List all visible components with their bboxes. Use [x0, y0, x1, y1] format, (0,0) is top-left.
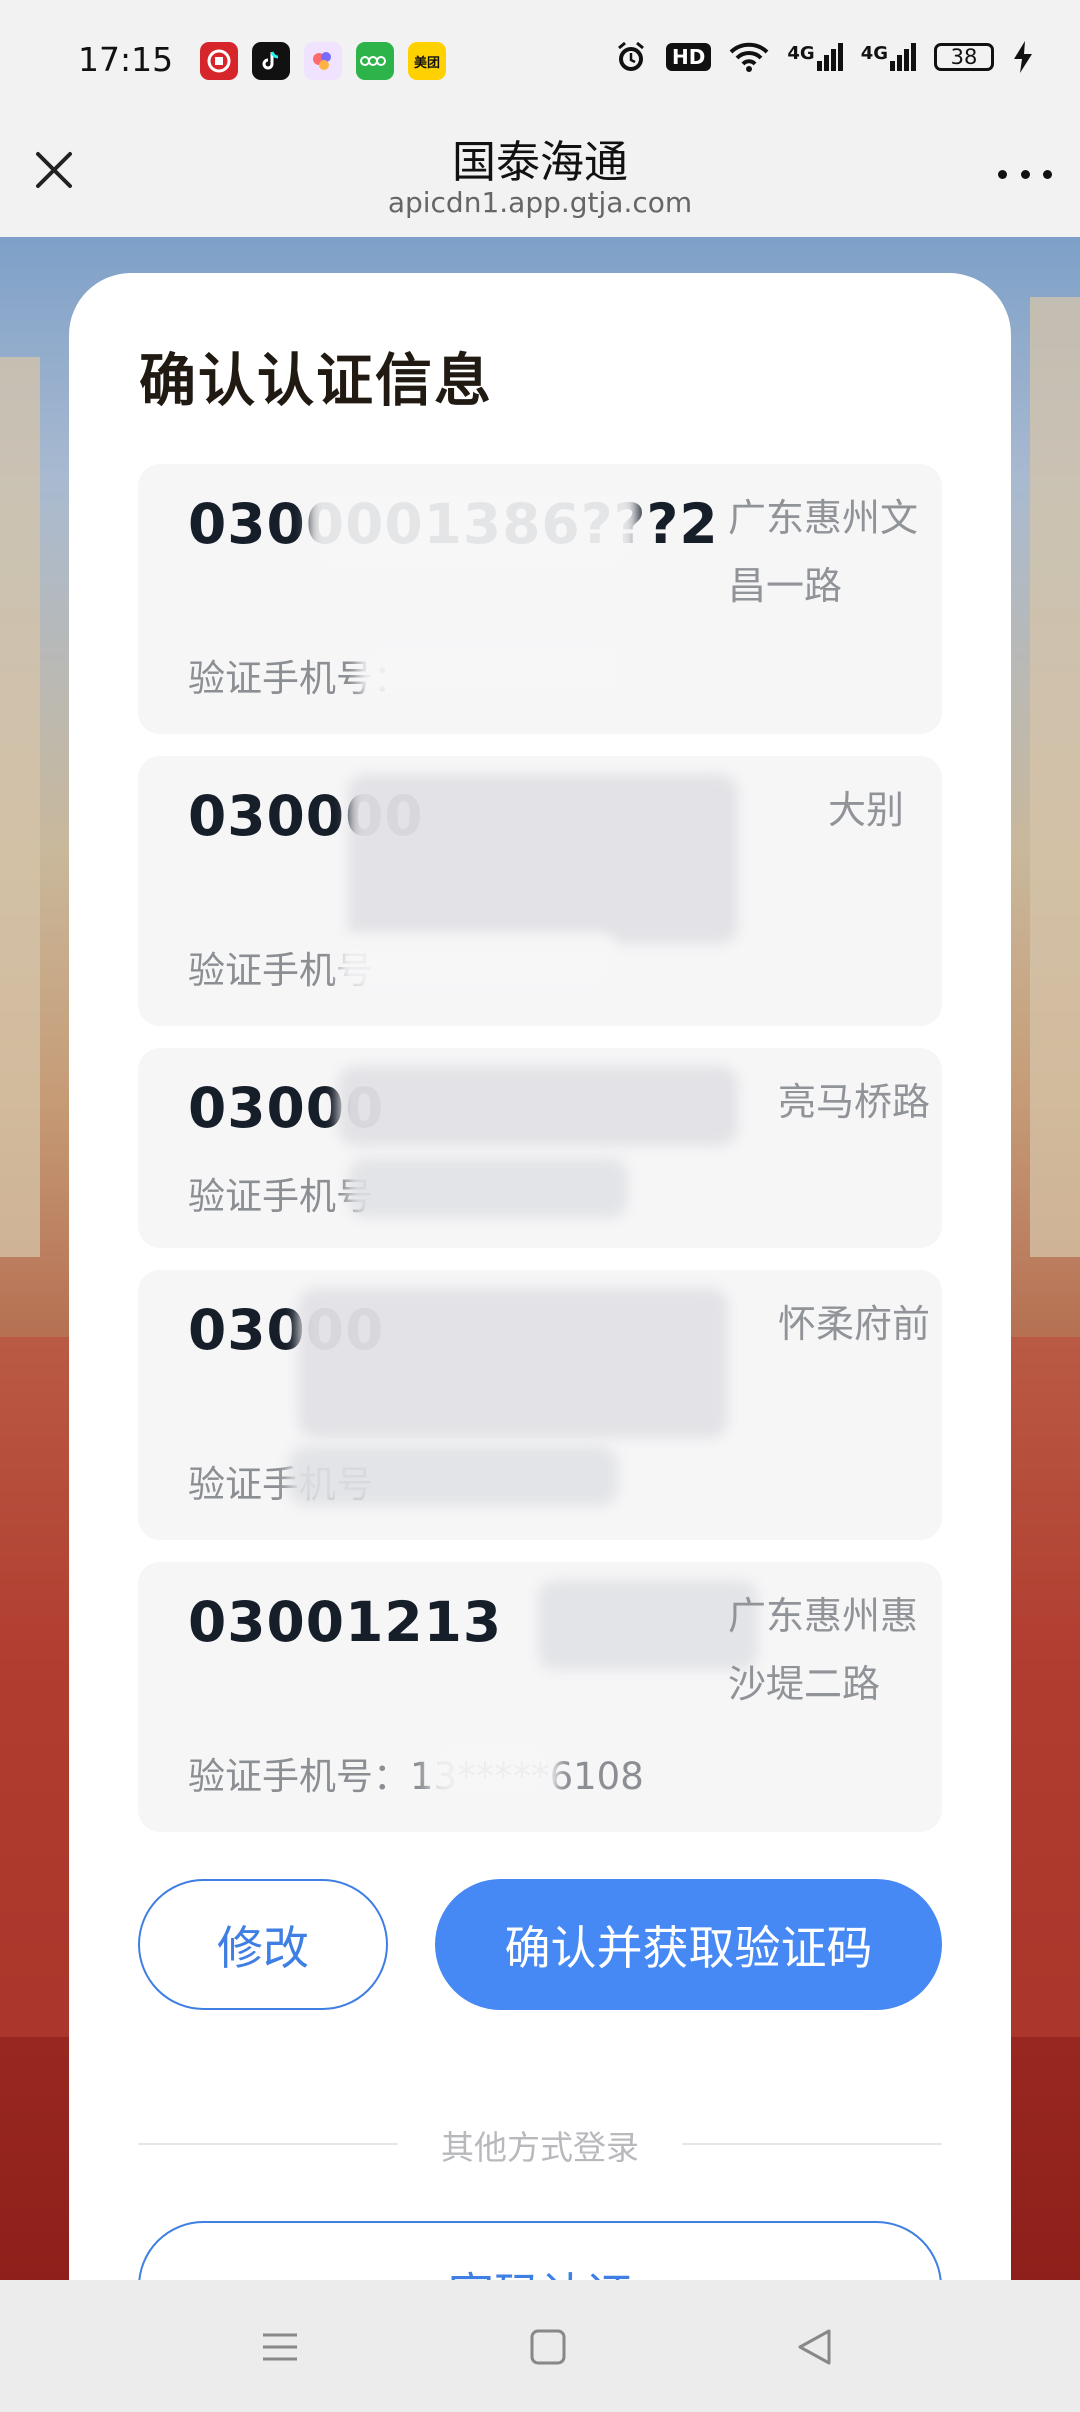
charging-icon — [1014, 41, 1032, 73]
notification-icons: 美团 — [200, 42, 446, 80]
status-bar: 17:15 美团 HD 4G 4G 38 — [0, 0, 1080, 122]
account-item[interactable]: 03000 亮马桥路 验证手机号 — [138, 1048, 942, 1248]
account-branch: 广东惠州文昌一路 — [728, 496, 919, 608]
phone-label: 验证手机号：13*****6108 — [188, 1746, 644, 1800]
tiktok-icon — [252, 42, 290, 80]
oppo-icon — [356, 42, 394, 80]
meituan-icon: 美团 — [408, 42, 446, 80]
account-branch: 怀柔府前 — [778, 1302, 931, 1346]
back-icon[interactable] — [785, 2322, 845, 2372]
alarm-icon — [618, 41, 644, 71]
wifi-icon — [729, 42, 769, 72]
more-icon[interactable] — [998, 164, 1052, 184]
browser-titlebar: 国泰海通 apicdn1.app.gtja.com — [0, 122, 1080, 237]
confirm-get-code-button[interactable]: 确认并获取验证码 — [435, 1879, 942, 2010]
account-branch: 亮马桥路 — [778, 1080, 931, 1124]
other-login-divider: 其他方式登录 — [138, 2113, 942, 2173]
account-item[interactable]: 03000 怀柔府前 验证手机号 — [138, 1270, 942, 1540]
hd-icon: HD — [666, 43, 712, 71]
account-item[interactable]: 030000 大别 验证手机号 — [138, 756, 942, 1026]
account-item[interactable]: 0300001386???2 广东惠州文昌一路 验证手机号： — [138, 464, 942, 734]
account-branch: 大别 — [828, 788, 905, 832]
app-icon-1 — [200, 42, 238, 80]
system-indicators: HD 4G 4G 38 — [614, 40, 1034, 74]
signal-4g-icon-2: 4G — [861, 43, 916, 71]
account-item[interactable]: 03001213 广东惠州惠沙堤二路 验证手机号：13*****6108 — [138, 1562, 942, 1832]
phone-label: 验证手机号 — [188, 1175, 373, 1218]
battery-icon: 38 — [934, 43, 994, 71]
page-title: 国泰海通 — [452, 137, 628, 188]
account-branch: 广东惠州惠沙堤二路 — [728, 1594, 919, 1706]
home-icon[interactable] — [518, 2322, 578, 2372]
modify-button[interactable]: 修改 — [138, 1879, 388, 2010]
app-icon-3 — [304, 42, 342, 80]
clock: 17:15 — [78, 40, 174, 79]
menu-icon[interactable] — [250, 2322, 310, 2372]
card-title: 确认认证信息 — [139, 348, 493, 414]
account-number: 03001213 — [188, 1590, 503, 1654]
other-login-label: 其他方式登录 — [441, 2128, 639, 2167]
page-url: apicdn1.app.gtja.com — [387, 186, 693, 219]
signal-4g-icon: 4G — [787, 43, 843, 71]
system-nav-bar — [0, 2280, 1080, 2412]
auth-confirm-card: 确认认证信息 0300001386???2 广东惠州文昌一路 验证手机号： 03… — [69, 273, 1011, 2352]
